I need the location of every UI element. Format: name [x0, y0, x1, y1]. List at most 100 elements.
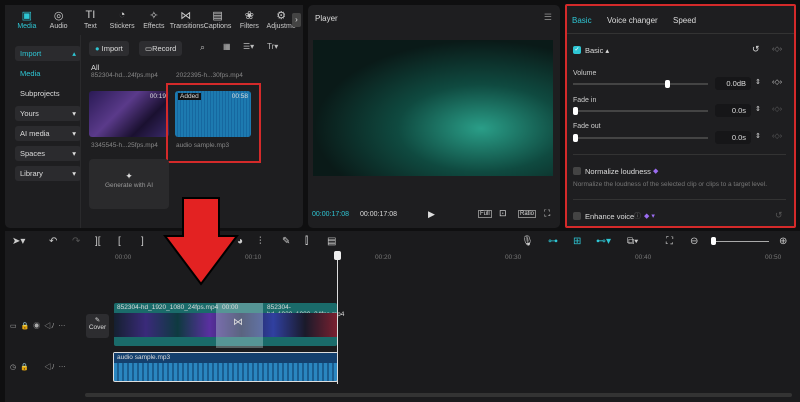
- volume-icon[interactable]: ◁ﾉ: [44, 323, 55, 330]
- search-icon[interactable]: ⌕: [200, 42, 205, 53]
- play-button[interactable]: ▶: [428, 209, 435, 220]
- import-icon: ●: [95, 44, 100, 53]
- volume-input[interactable]: 0.0dB: [715, 77, 751, 90]
- fade-in-slider[interactable]: [573, 110, 708, 112]
- generate-with-ai-button[interactable]: ✦ Generate with AI: [89, 159, 169, 209]
- tab-audio[interactable]: ◎ Audio: [43, 9, 75, 31]
- view-grid-icon[interactable]: ▦: [223, 42, 231, 51]
- sidebar-import[interactable]: Import ▴: [15, 46, 81, 61]
- import-button[interactable]: ● Import: [89, 41, 129, 56]
- preview-axis-icon[interactable]: ⧉▾: [627, 236, 638, 247]
- info-icon[interactable]: ⓘ: [634, 211, 641, 221]
- eye-icon[interactable]: ◉: [33, 323, 40, 330]
- freeze-icon[interactable]: ▤: [327, 236, 336, 247]
- ratio-button[interactable]: Ratio: [518, 210, 537, 218]
- zoom-slider[interactable]: [712, 241, 769, 242]
- fade-out-input[interactable]: 0.0s: [715, 131, 751, 144]
- microphone-icon[interactable]: 🎙: [521, 236, 534, 247]
- volume-slider-handle[interactable]: [664, 80, 670, 88]
- filter-all[interactable]: All: [91, 63, 99, 72]
- zoom-out-icon[interactable]: ⊖: [690, 236, 698, 247]
- tabs-next-button[interactable]: ›: [292, 13, 301, 27]
- zoom-fit-icon[interactable]: ⊡: [499, 208, 507, 219]
- split-icon[interactable]: ][: [95, 236, 101, 247]
- tab-speed[interactable]: Speed: [673, 16, 696, 25]
- keyframe-icon[interactable]: ‹◇›: [772, 45, 782, 53]
- reset-icon[interactable]: ↺: [752, 44, 760, 55]
- volume-icon[interactable]: ◁ﾉ: [44, 364, 55, 371]
- audio-wave-icon[interactable]: ⫿: [305, 236, 308, 247]
- reset-icon[interactable]: ↺: [775, 210, 783, 221]
- fit-icon[interactable]: ⛶: [666, 236, 673, 247]
- sidebar-spaces[interactable]: Spaces ▾: [15, 146, 81, 161]
- tab-text[interactable]: TI Text: [75, 9, 107, 31]
- tab-transitions[interactable]: ⋈ Transitions: [170, 9, 204, 31]
- transition-duration: 00:00: [222, 304, 239, 311]
- keyframe-icon[interactable]: ‹◇›: [772, 105, 782, 113]
- menu-icon[interactable]: ☰: [544, 12, 552, 23]
- tab-captions[interactable]: ▤ Captions: [202, 9, 234, 31]
- sidebar-subprojects[interactable]: Subprojects: [15, 86, 81, 101]
- split-right-icon[interactable]: ]: [141, 236, 144, 247]
- enhance-voice-checkbox[interactable]: [573, 212, 581, 220]
- ruler-tick: 00:50: [765, 254, 782, 261]
- tab-label: Stickers: [109, 23, 135, 30]
- fade-out-slider-handle[interactable]: [573, 134, 578, 142]
- sidebar-media[interactable]: Media: [15, 66, 81, 81]
- tab-stickers[interactable]: ◔ Stickers: [106, 9, 138, 31]
- fade-out-slider[interactable]: [573, 137, 708, 139]
- normalize-checkbox[interactable]: [573, 167, 581, 175]
- video-preview: [313, 40, 553, 176]
- media-clip-audio[interactable]: Added 00:58: [175, 91, 251, 137]
- lock-icon[interactable]: 🔒: [20, 364, 29, 371]
- media-panel: ▣ Media ◎ Audio TI Text ◔ Stickers ✧ Effects ⋈ Tran…: [5, 5, 303, 228]
- more-icon[interactable]: ⋯: [59, 364, 66, 371]
- split-left-icon[interactable]: [: [118, 236, 121, 247]
- label: Spaces: [20, 149, 46, 158]
- linkage-icon[interactable]: ⊷▾: [596, 236, 611, 247]
- tab-media[interactable]: ▣ Media: [11, 9, 43, 31]
- lock-icon[interactable]: 🔒: [21, 323, 30, 330]
- tab-filters[interactable]: ❀ Filters: [234, 9, 266, 31]
- sort-icon[interactable]: ☰▾: [243, 42, 254, 51]
- transition-marker[interactable]: 00:00 ⋈: [216, 303, 263, 348]
- basic-checkbox[interactable]: ✓: [573, 46, 581, 54]
- zoom-in-icon[interactable]: ⊕: [779, 236, 787, 247]
- sidebar-yours[interactable]: Yours ▾: [15, 106, 81, 121]
- link-main-track-icon[interactable]: ⊶: [548, 236, 558, 247]
- keyframe-icon[interactable]: ‹◇›: [772, 78, 782, 86]
- magic-icon[interactable]: ✎: [282, 236, 290, 247]
- fade-in-input[interactable]: 0.0s: [715, 104, 751, 117]
- full-quality-button[interactable]: Full: [478, 210, 492, 218]
- volume-label: Volume: [573, 70, 597, 77]
- select-tool-icon[interactable]: ➤▾: [12, 236, 25, 247]
- tab-effects[interactable]: ✧ Effects: [138, 9, 170, 31]
- magnet-icon[interactable]: ⊞: [573, 236, 581, 247]
- redo-icon[interactable]: ↷: [72, 236, 80, 247]
- adjust-icon[interactable]: ⫶: [259, 236, 262, 247]
- more-icon[interactable]: ⋯: [58, 323, 65, 330]
- stepper-icon[interactable]: ⇕: [755, 105, 761, 113]
- keyframe-icon[interactable]: ‹◇›: [772, 132, 782, 140]
- record-button[interactable]: ▭Record: [139, 41, 183, 56]
- audio-clip[interactable]: audio sample.mp3: [113, 352, 338, 382]
- volume-slider[interactable]: [573, 83, 708, 85]
- basic-section-toggle[interactable]: Basic ▴: [585, 46, 609, 55]
- zoom-slider-handle[interactable]: [711, 237, 716, 245]
- cover-button[interactable]: ✎ Cover: [86, 314, 109, 338]
- tab-voice-changer[interactable]: Voice changer: [607, 16, 658, 25]
- fullscreen-icon[interactable]: ⛶: [544, 208, 550, 219]
- tab-basic[interactable]: Basic: [572, 16, 592, 25]
- timeline-scrollbar[interactable]: [85, 393, 792, 397]
- media-clip-video[interactable]: 00:19: [89, 91, 169, 137]
- playhead-handle[interactable]: [334, 251, 341, 260]
- fade-in-slider-handle[interactable]: [573, 107, 578, 115]
- sidebar-library[interactable]: Library ▾: [15, 166, 81, 181]
- clip-duration: 00:58: [231, 93, 248, 100]
- sidebar-ai-media[interactable]: AI media ▾: [15, 126, 81, 141]
- undo-icon[interactable]: ↶: [49, 236, 57, 247]
- stepper-icon[interactable]: ⇕: [755, 78, 761, 86]
- label: Yours: [20, 109, 39, 118]
- stepper-icon[interactable]: ⇕: [755, 132, 761, 140]
- filter-icon[interactable]: Tr▾: [267, 42, 278, 51]
